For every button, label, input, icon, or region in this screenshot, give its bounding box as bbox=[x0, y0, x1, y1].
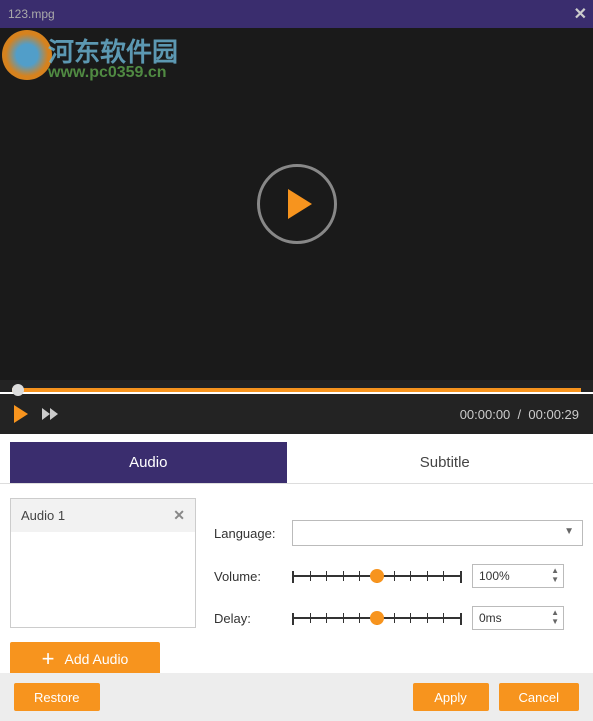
volume-slider[interactable] bbox=[292, 565, 462, 587]
tab-subtitle[interactable]: Subtitle bbox=[307, 442, 584, 483]
player-controls: 00:00:00 / 00:00:29 bbox=[0, 394, 593, 434]
next-icon bbox=[42, 408, 50, 420]
delay-thumb[interactable] bbox=[370, 611, 384, 625]
audio-list-section: Audio 1 ✕ + Add Audio bbox=[10, 498, 196, 676]
watermark-text: 河东软件园 bbox=[48, 32, 178, 69]
seek-bar[interactable] bbox=[12, 388, 581, 392]
volume-value: 100% bbox=[479, 569, 510, 583]
volume-spinner[interactable]: 100% ▲▼ bbox=[472, 564, 564, 588]
time-display: 00:00:00 / 00:00:29 bbox=[460, 407, 579, 422]
play-icon bbox=[288, 189, 312, 219]
remove-audio-icon[interactable]: ✕ bbox=[173, 507, 185, 524]
cancel-button[interactable]: Cancel bbox=[499, 683, 579, 711]
current-time: 00:00:00 bbox=[460, 407, 511, 422]
plus-icon: + bbox=[42, 646, 55, 672]
spinner-arrows-icon[interactable]: ▲▼ bbox=[551, 566, 559, 584]
volume-label: Volume: bbox=[214, 569, 292, 584]
file-name: 123.mpg bbox=[8, 7, 55, 21]
delay-row: Delay: 0ms ▲▼ bbox=[214, 606, 583, 630]
apply-button[interactable]: Apply bbox=[413, 683, 489, 711]
tabs: Audio Subtitle bbox=[0, 442, 593, 484]
next-frame-button[interactable] bbox=[42, 408, 58, 420]
audio-list: Audio 1 ✕ bbox=[10, 498, 196, 628]
play-overlay-button[interactable] bbox=[257, 164, 337, 244]
audio-item-label: Audio 1 bbox=[21, 508, 65, 523]
restore-button[interactable]: Restore bbox=[14, 683, 100, 711]
add-audio-button[interactable]: + Add Audio bbox=[10, 642, 160, 676]
play-button[interactable] bbox=[14, 405, 28, 423]
watermark-url: www.pc0359.cn bbox=[48, 64, 167, 82]
language-row: Language: bbox=[214, 520, 583, 546]
seek-thumb[interactable] bbox=[12, 384, 24, 396]
add-audio-label: Add Audio bbox=[65, 651, 129, 667]
video-preview: 河东软件园 www.pc0359.cn bbox=[0, 28, 593, 380]
next-icon bbox=[50, 408, 58, 420]
close-icon[interactable]: ✕ bbox=[574, 4, 587, 24]
audio-settings: Language: Volume: 100% ▲▼ Dela bbox=[214, 498, 583, 676]
list-item[interactable]: Audio 1 ✕ bbox=[11, 499, 195, 532]
delay-label: Delay: bbox=[214, 611, 292, 626]
delay-slider[interactable] bbox=[292, 607, 462, 629]
footer: Restore Apply Cancel bbox=[0, 673, 593, 721]
delay-value: 0ms bbox=[479, 611, 502, 625]
delay-spinner[interactable]: 0ms ▲▼ bbox=[472, 606, 564, 630]
language-label: Language: bbox=[214, 526, 292, 541]
titlebar: 123.mpg ✕ bbox=[0, 0, 593, 28]
total-time: 00:00:29 bbox=[528, 407, 579, 422]
audio-panel: Audio 1 ✕ + Add Audio Language: Volume: bbox=[0, 484, 593, 686]
volume-row: Volume: 100% ▲▼ bbox=[214, 564, 583, 588]
language-select[interactable] bbox=[292, 520, 583, 546]
spinner-arrows-icon[interactable]: ▲▼ bbox=[551, 608, 559, 626]
volume-thumb[interactable] bbox=[370, 569, 384, 583]
watermark-logo-icon bbox=[2, 30, 52, 80]
tab-audio[interactable]: Audio bbox=[10, 442, 287, 483]
seek-area bbox=[0, 380, 593, 392]
